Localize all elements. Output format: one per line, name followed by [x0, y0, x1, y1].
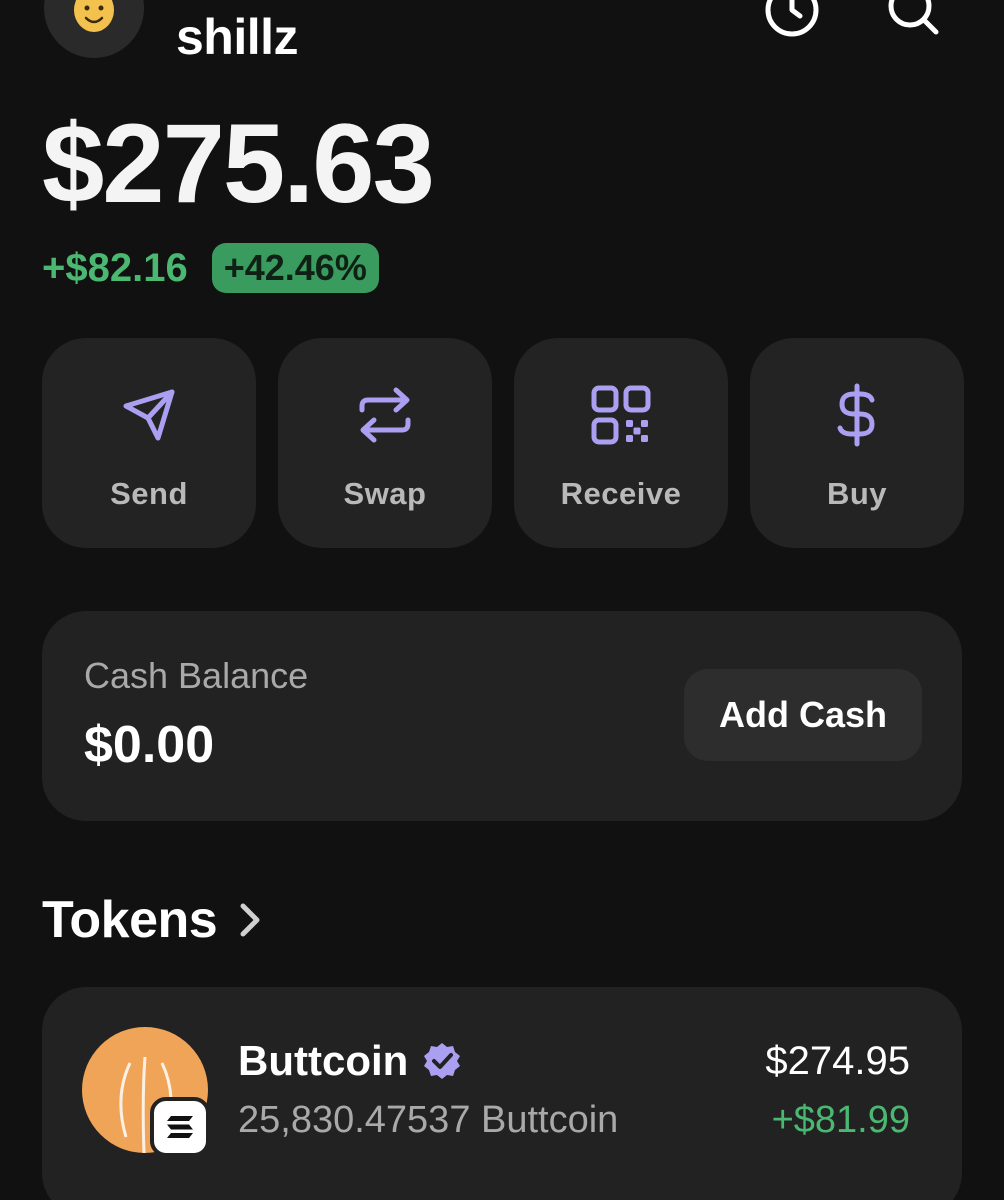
balance-change-amount: +$82.16 — [42, 246, 188, 290]
token-amount: 25,830.47537 Buttcoin — [238, 1099, 619, 1141]
avatar[interactable] — [44, 0, 144, 58]
verified-badge-icon — [424, 1043, 461, 1079]
send-icon — [123, 389, 175, 441]
buy-button[interactable]: Buy — [750, 338, 964, 548]
tokens-title: Tokens — [42, 891, 218, 949]
token-name: Buttcoin — [238, 1037, 409, 1084]
receive-button[interactable]: Receive — [514, 338, 728, 548]
receive-label: Receive — [560, 476, 682, 511]
quick-actions: Send Swap Receive Buy — [42, 338, 964, 548]
qr-code-icon — [591, 385, 651, 445]
balance-change-percent-badge: +42.46% — [211, 243, 379, 293]
swap-button[interactable]: Swap — [278, 338, 492, 548]
token-row[interactable]: Buttcoin 25,830.47537 Buttcoin $274.95 +… — [42, 987, 962, 1200]
chevron-right-icon — [240, 903, 260, 937]
total-balance: $275.63 — [42, 101, 435, 226]
username[interactable]: shillz — [176, 8, 299, 66]
balance-change-row: +$82.16 +42.46% — [42, 242, 379, 294]
send-button[interactable]: Send — [42, 338, 256, 548]
buy-label: Buy — [826, 476, 888, 511]
history-icon[interactable] — [764, 0, 820, 38]
search-icon[interactable] — [884, 0, 940, 38]
dollar-icon — [837, 383, 875, 447]
avatar-emoji-icon — [74, 0, 114, 32]
token-change: +$81.99 — [771, 1099, 910, 1141]
add-cash-button[interactable]: Add Cash — [684, 669, 922, 761]
swap-icon — [359, 387, 411, 443]
cash-balance-value: $0.00 — [84, 716, 215, 774]
wallet-screen: shillz $275.63 +$82.16 +42.46% Send Swap… — [0, 0, 1004, 1200]
send-label: Send — [110, 476, 188, 511]
solana-chain-icon — [150, 1097, 210, 1157]
token-name-row: Buttcoin — [238, 1037, 462, 1085]
token-value: $274.95 — [765, 1039, 910, 1083]
cash-balance-card: Cash Balance $0.00 Add Cash — [42, 611, 962, 821]
cash-balance-label: Cash Balance — [84, 655, 309, 696]
tokens-section-header[interactable]: Tokens — [42, 890, 267, 950]
swap-label: Swap — [343, 476, 427, 511]
